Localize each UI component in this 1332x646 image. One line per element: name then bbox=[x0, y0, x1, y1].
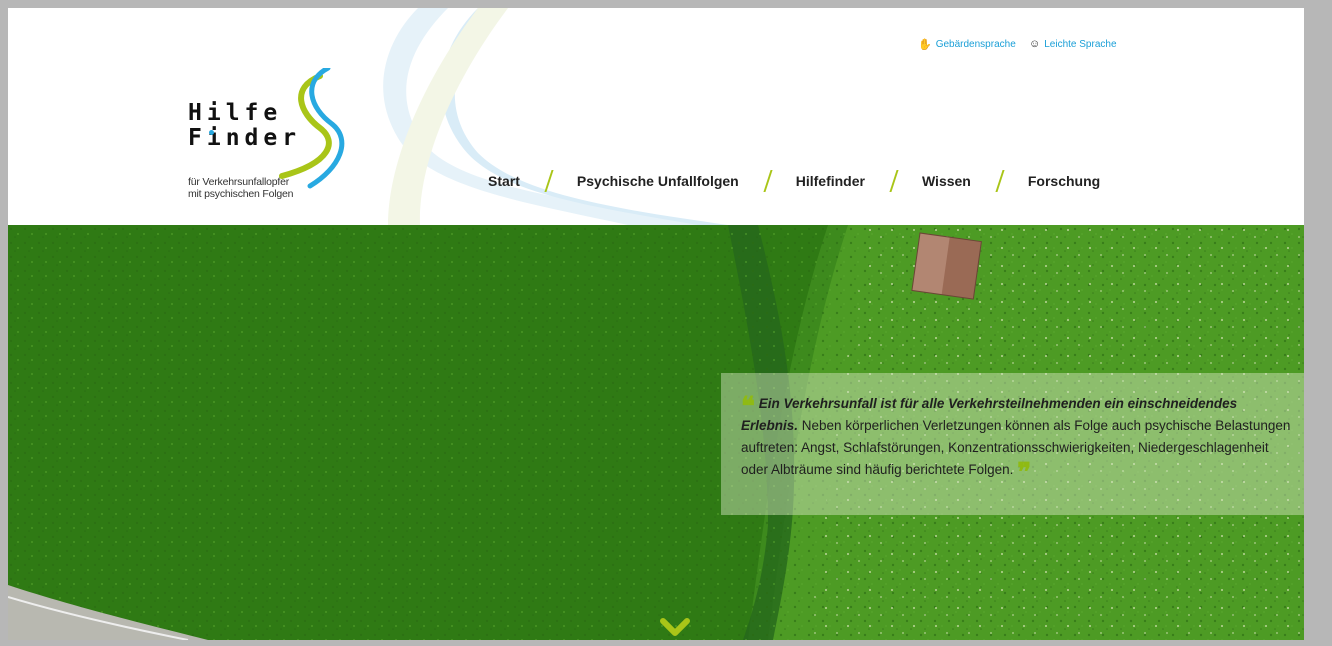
main-nav: Start Psychische Unfallfolgen Hilfefinde… bbox=[488, 170, 1100, 192]
nav-item-forschung[interactable]: Forschung bbox=[1028, 173, 1100, 189]
nav-separator bbox=[893, 170, 894, 192]
easy-language-link[interactable]: ☺ Leichte Sprache bbox=[1029, 38, 1117, 50]
site-header: Hilfe Finder für Verkehrsunfallopfer mit… bbox=[8, 8, 1304, 225]
quote-body-text: Neben körperlichen Verletzungen können a… bbox=[741, 418, 1291, 477]
easy-language-label: Leichte Sprache bbox=[1044, 38, 1117, 50]
nav-item-wissen[interactable]: Wissen bbox=[922, 173, 971, 189]
chevron-down-icon[interactable] bbox=[660, 617, 690, 639]
logo-road-mark-icon bbox=[279, 68, 345, 189]
nav-separator bbox=[548, 170, 549, 192]
easy-language-icon: ☺ bbox=[1029, 38, 1041, 50]
nav-item-psychische-unfallfolgen[interactable]: Psychische Unfallfolgen bbox=[577, 173, 739, 189]
nav-item-start[interactable]: Start bbox=[488, 173, 520, 189]
browser-page: Hilfe Finder für Verkehrsunfallopfer mit… bbox=[8, 8, 1304, 640]
quote-close-icon: ❞ bbox=[1017, 458, 1032, 488]
quote-box: ❝ Ein Verkehrsunfall ist für alle Verkeh… bbox=[721, 373, 1304, 515]
sign-language-link[interactable]: ✋ Gebärdensprache bbox=[918, 38, 1016, 51]
quote-text: ❝ Ein Verkehrsunfall ist für alle Verkeh… bbox=[741, 393, 1297, 486]
nav-item-hilfefinder[interactable]: Hilfefinder bbox=[796, 173, 865, 189]
hut-roof bbox=[911, 232, 982, 300]
nav-separator bbox=[999, 170, 1000, 192]
sign-language-label: Gebärdensprache bbox=[935, 39, 1016, 50]
logo-word-hilfe: Hilfe bbox=[188, 100, 283, 126]
sign-language-hand-icon: ✋ bbox=[918, 39, 932, 51]
logo-dot-icon bbox=[209, 130, 214, 135]
nav-separator bbox=[767, 170, 768, 192]
hero-section: ❝ Ein Verkehrsunfall ist für alle Verkeh… bbox=[8, 225, 1304, 640]
